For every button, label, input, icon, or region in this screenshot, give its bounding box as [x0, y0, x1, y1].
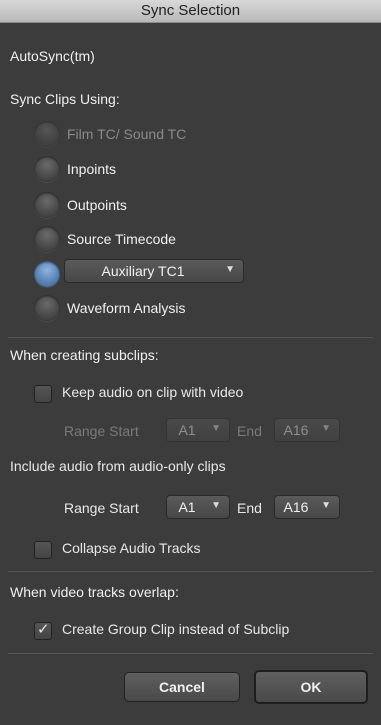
- range-start-value: A1: [178, 499, 196, 515]
- radio-inpoints[interactable]: [34, 156, 60, 182]
- keep-audio-label: Keep audio on clip with video: [62, 384, 244, 400]
- range-start-select-disabled[interactable]: A1 ▼: [166, 418, 230, 442]
- range-end-select[interactable]: A16 ▼: [274, 495, 340, 519]
- group-clip-label: Create Group Clip instead of Subclip: [62, 621, 290, 637]
- collapse-audio-checkbox[interactable]: [34, 541, 52, 559]
- range-start-value-disabled: A1: [178, 422, 196, 438]
- radio-source-timecode[interactable]: [34, 226, 60, 252]
- range-end-select-disabled[interactable]: A16 ▼: [274, 418, 340, 442]
- auxiliary-tc-dropdown[interactable]: Auxiliary TC1 ▼: [64, 259, 244, 283]
- chevron-down-icon: ▼: [211, 423, 221, 434]
- subclips-heading: When creating subclips:: [10, 347, 159, 363]
- range-start-label-disabled: Range Start: [64, 423, 139, 439]
- include-audio-label: Include audio from audio-only clips: [10, 458, 226, 474]
- auxiliary-tc-value: Auxiliary TC1: [101, 263, 185, 279]
- radio-label-outpoints: Outpoints: [67, 197, 127, 213]
- range-start-select[interactable]: A1 ▼: [166, 495, 230, 519]
- radio-label-film-tc: Film TC/ Sound TC: [67, 126, 187, 142]
- collapse-audio-label: Collapse Audio Tracks: [62, 540, 201, 556]
- range-start-label: Range Start: [64, 500, 139, 516]
- separator: [8, 653, 373, 654]
- separator: [8, 571, 373, 572]
- range-end-label: End: [237, 500, 262, 516]
- window-title: Sync Selection: [140, 2, 241, 19]
- separator: [8, 337, 373, 338]
- radio-label-waveform-analysis: Waveform Analysis: [67, 300, 186, 316]
- radio-outpoints[interactable]: [34, 192, 60, 218]
- range-end-value-disabled: A16: [283, 422, 309, 438]
- sync-clips-heading: Sync Clips Using:: [10, 91, 120, 107]
- radio-label-inpoints: Inpoints: [67, 161, 117, 177]
- ok-button[interactable]: OK: [254, 670, 368, 704]
- overlap-heading: When video tracks overlap:: [10, 584, 179, 600]
- title-bar: Sync Selection: [0, 0, 381, 23]
- chevron-down-icon: ▼: [211, 500, 221, 511]
- radio-auxiliary-tc[interactable]: [34, 261, 60, 287]
- cancel-button[interactable]: Cancel: [124, 672, 240, 702]
- chevron-down-icon: ▼: [321, 423, 331, 434]
- chevron-down-icon: ▼: [321, 500, 331, 511]
- keep-audio-checkbox[interactable]: [34, 385, 52, 403]
- group-clip-checkbox[interactable]: ✓: [34, 621, 52, 640]
- radio-film-tc[interactable]: [34, 121, 60, 147]
- range-end-label-disabled: End: [237, 423, 262, 439]
- checkmark-icon: ✓: [37, 621, 50, 638]
- radio-label-source-timecode: Source Timecode: [67, 231, 176, 247]
- range-end-value: A16: [283, 499, 309, 515]
- autosync-label: AutoSync(tm): [10, 48, 95, 64]
- chevron-down-icon: ▼: [225, 264, 235, 275]
- radio-waveform-analysis[interactable]: [34, 295, 60, 321]
